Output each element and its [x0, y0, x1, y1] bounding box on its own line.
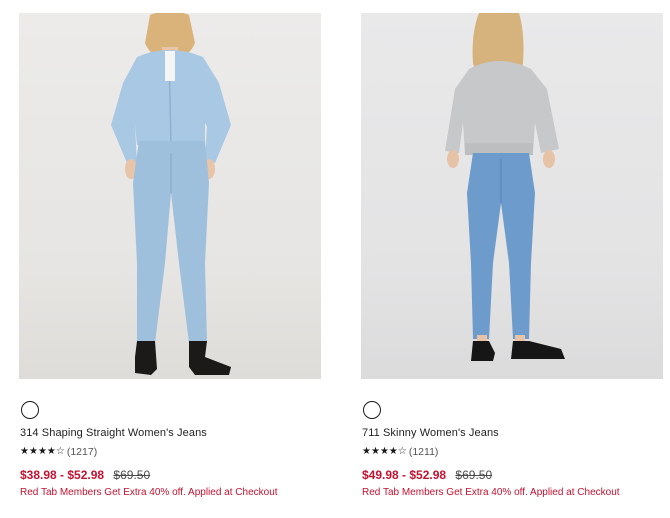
color-swatch[interactable]: [363, 401, 381, 419]
price: $38.98 - $52.98 $69.50: [20, 468, 150, 482]
star-full-icon: ★: [28, 446, 38, 457]
star-full-icon: ★: [37, 446, 47, 457]
original-price: $69.50: [113, 468, 151, 482]
color-swatch[interactable]: [21, 401, 39, 419]
star-full-icon: ★: [46, 446, 56, 457]
star-empty-icon: ☆: [397, 446, 407, 457]
original-price: $69.50: [455, 468, 493, 482]
rating[interactable]: ★ ★ ★ ★ ☆ (1217): [20, 446, 97, 458]
sale-price: $49.98 - $52.98: [362, 468, 447, 482]
model-photo-illustration: [445, 13, 565, 361]
promo-text: Red Tab Members Get Extra 40% off. Appli…: [20, 487, 278, 498]
product-name[interactable]: 314 Shaping Straight Women's Jeans: [20, 427, 207, 439]
star-full-icon: ★: [20, 446, 29, 457]
rating-count[interactable]: (1211): [409, 446, 439, 458]
promo-text: Red Tab Members Get Extra 40% off. Appli…: [362, 487, 620, 498]
rating-stars: ★ ★ ★ ★ ☆: [362, 447, 407, 457]
product-name[interactable]: 711 Skinny Women's Jeans: [362, 427, 499, 439]
model-photo-illustration: [111, 13, 231, 375]
product-image[interactable]: [19, 13, 321, 379]
sale-price: $38.98 - $52.98: [20, 468, 105, 482]
star-full-icon: ★: [370, 446, 380, 457]
product-image[interactable]: [361, 13, 663, 379]
star-full-icon: ★: [362, 446, 371, 457]
product-card[interactable]: 314 Shaping Straight Women's Jeans ★ ★ ★…: [19, 13, 323, 498]
rating[interactable]: ★ ★ ★ ★ ☆ (1211): [362, 446, 438, 458]
price: $49.98 - $52.98 $69.50: [362, 468, 492, 482]
star-full-icon: ★: [379, 446, 389, 457]
star-empty-icon: ☆: [55, 446, 65, 457]
rating-count[interactable]: (1217): [67, 446, 97, 458]
rating-stars: ★ ★ ★ ★ ☆: [20, 447, 65, 457]
product-card[interactable]: 711 Skinny Women's Jeans ★ ★ ★ ★ ☆ (1211…: [361, 13, 665, 498]
star-full-icon: ★: [388, 446, 398, 457]
